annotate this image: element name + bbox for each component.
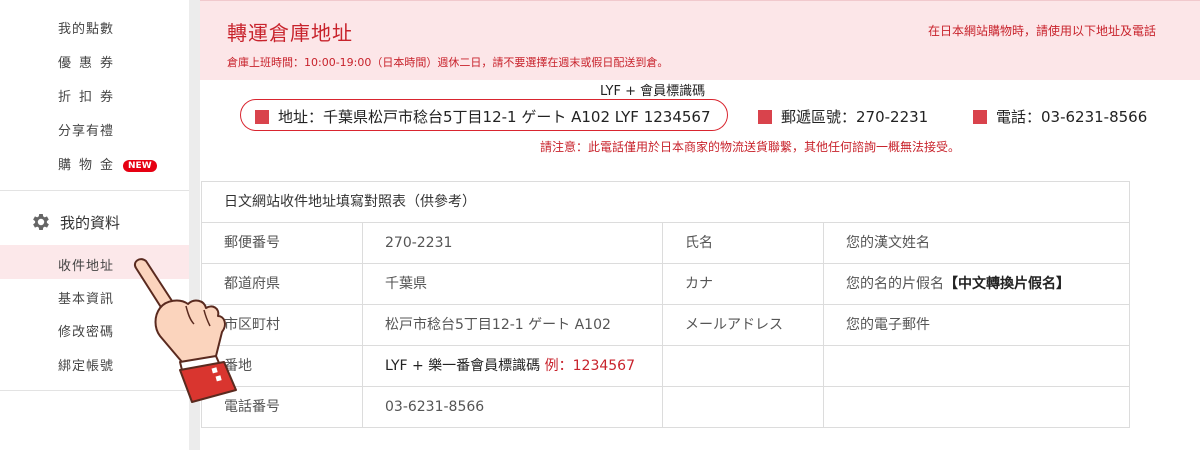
katakana-converter-link[interactable]: 【中文轉換片假名】 [944,276,1070,292]
usage-note: 在日本網站購物時，請使用以下地址及電話 [927,24,1156,38]
table-value [824,346,1129,386]
page-title: 轉運倉庫地址 [227,21,353,45]
table-key: メールアドレス [663,305,824,345]
sidebar-item-points[interactable]: 我的點數 [58,18,114,37]
address-reference-table: 日文網站收件地址填寫對照表（供參考） 郵便番号 270-2231 氏名 您的漢文… [201,181,1130,428]
table-row: 電話番号 03-6231-8566 [202,387,1129,428]
postal-code-field: 郵遞區號：270-2231 [758,106,928,127]
table-value: 您的電子郵件 [846,317,930,333]
sidebar-section-my-data: 我的資料 [30,211,120,233]
table-value: 松戸市稔台5丁目12-1 ゲート A102 [363,305,663,345]
member-code-example: 例：1234567 [544,358,635,374]
katakana-note: 您的名的片假名 [846,276,944,292]
table-row: 都道府県 千葉県 カナ 您的名的片假名【中文轉換片假名】 [202,264,1129,305]
table-key [663,387,824,428]
warehouse-hours-note: 倉庫上班時間：10:00-19:00（日本時間）週休二日，請不要選擇在週末或假日… [227,56,669,69]
address-text: 地址：千葉県松戸市稔台5丁目12-1 ゲート A102 LYF 1234567 [278,108,711,126]
member-code-value: LYF + 樂一番會員標識碼 [385,358,541,374]
bullet-square-icon [973,109,987,124]
table-key [663,346,824,386]
table-value: 您的名的片假名【中文轉換片假名】 [824,264,1129,304]
bullet-square-icon [255,109,269,124]
postal-code-text: 郵遞區號：270-2231 [781,108,929,126]
table-key: カナ [663,264,824,304]
sidebar-item-share[interactable]: 分享有禮 [58,120,114,139]
table-value: 您的漢文姓名 [846,235,930,251]
table-row: 番地 LYF + 樂一番會員標識碼 例：1234567 [202,346,1129,387]
phone-text: 電話：03-6231-8566 [996,108,1148,126]
table-value: 03-6231-8566 [363,387,663,428]
pointing-hand-icon [134,258,237,403]
sidebar-item-shipping-address[interactable]: 收件地址 [58,255,114,274]
table-heading: 日文網站收件地址填寫對照表（供參考） [202,182,1129,223]
table-value: 千葉県 [363,264,663,304]
table-row: 郵便番号 270-2231 氏名 您的漢文姓名 [202,223,1129,264]
table-value [824,387,1129,428]
sidebar-section-title: 我的資料 [60,213,121,232]
lyf-member-code-label: LYF + 會員標識碼 [600,84,706,99]
sidebar-item-basic-info[interactable]: 基本資訊 [58,288,114,307]
gear-icon [33,214,49,230]
sidebar-divider [0,190,190,191]
sidebar-item-credit-label: 購物金 [58,158,122,173]
new-badge: NEW [123,160,157,172]
address-field: 地址：千葉県松戸市稔台5丁目12-1 ゲート A102 LYF 1234567 [255,106,711,127]
table-key: 氏名 [663,223,824,263]
sidebar-item-linked-accounts[interactable]: 綁定帳號 [58,355,114,374]
phone-warning: 請注意：此電話僅用於日本商家的物流送貨聯繫，其他任何諮詢一概無法接受。 [540,140,961,154]
bullet-square-icon [758,109,772,124]
table-value: LYF + 樂一番會員標識碼 例：1234567 [363,346,663,386]
warehouse-header: 轉運倉庫地址 倉庫上班時間：10:00-19:00（日本時間）週休二日，請不要選… [200,0,1200,80]
phone-field: 電話：03-6231-8566 [973,106,1147,127]
sidebar-item-credit[interactable]: 購物金 NEW [58,154,157,173]
table-row: 市区町村 松戸市稔台5丁目12-1 ゲート A102 メールアドレス 您的電子郵… [202,305,1129,346]
sidebar-item-discounts[interactable]: 折扣券 [58,86,121,105]
table-value: 270-2231 [363,223,663,263]
sidebar-item-coupons[interactable]: 優惠券 [58,52,121,71]
sidebar-item-change-password[interactable]: 修改密碼 [58,321,114,340]
